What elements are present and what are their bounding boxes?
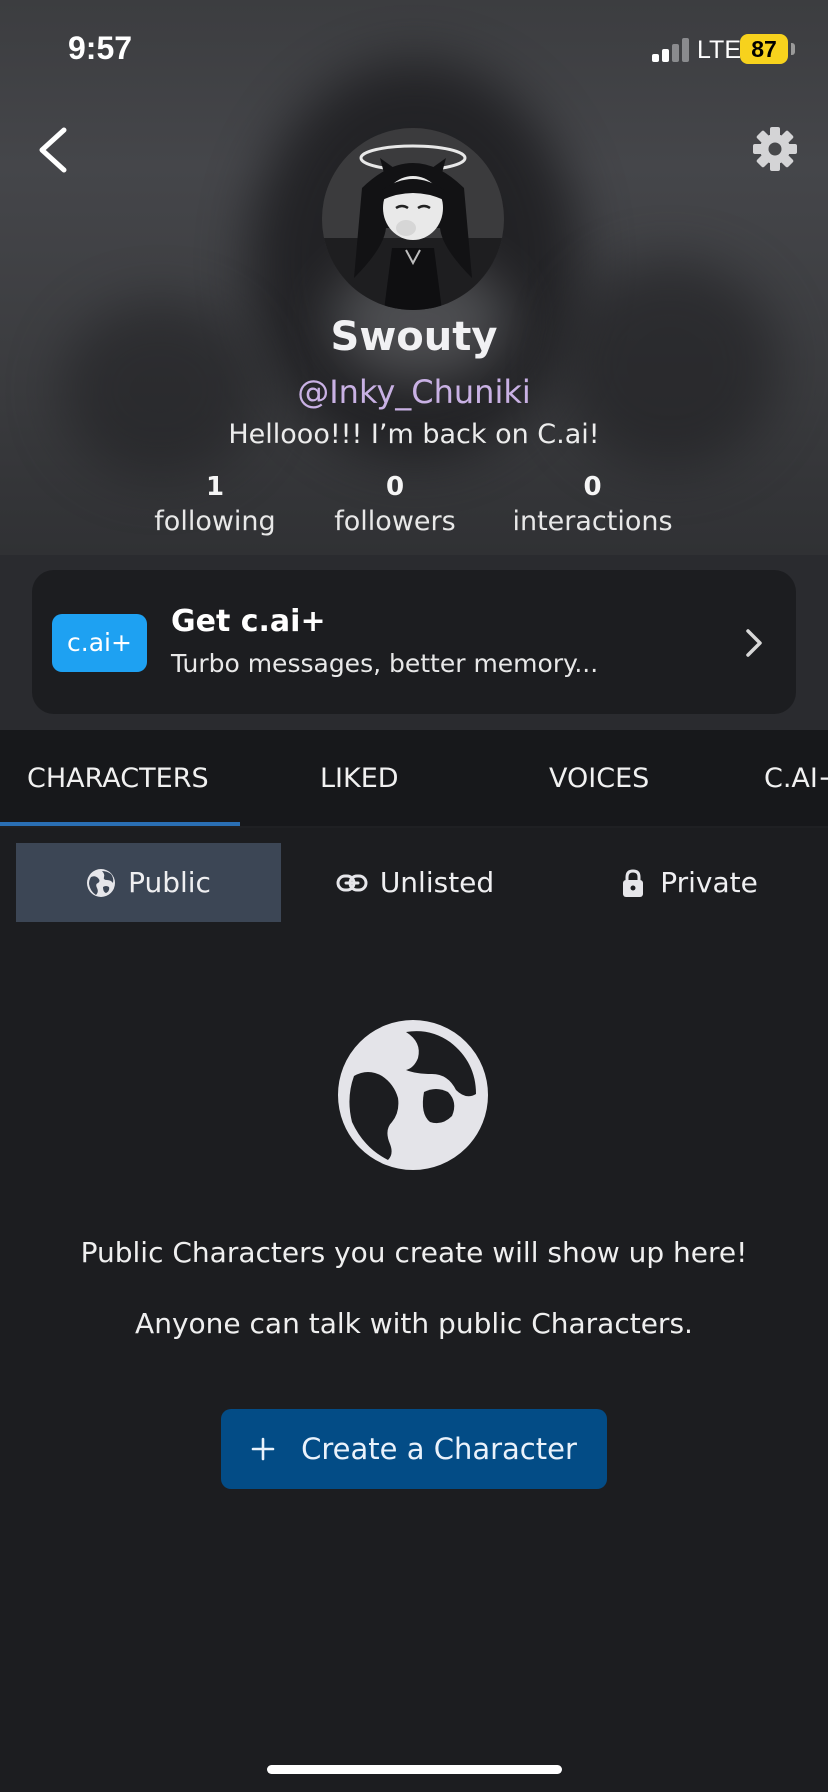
empty-state-hint: Anyone can talk with public Characters. (135, 1307, 693, 1340)
promo-title: Get c.ai+ (171, 604, 326, 639)
lock-icon (623, 868, 644, 897)
status-time: 9:57 (68, 30, 133, 66)
avatar-image (322, 128, 504, 310)
stat-value: 0 (583, 472, 602, 502)
globe-icon (87, 868, 116, 897)
stat-interactions: 0 interactions (505, 470, 680, 540)
plus-icon (251, 1437, 275, 1461)
stat-label: followers (334, 506, 456, 537)
stat-value: 1 (205, 472, 225, 502)
profile-tabs: CHARACTERS LIKED VOICES C.AI+ (0, 730, 828, 828)
globe-icon (338, 1020, 488, 1170)
active-tab-indicator (0, 822, 240, 826)
chevron-left-icon (39, 127, 67, 173)
stat-value: 0 (385, 472, 405, 502)
gear-icon (753, 127, 797, 171)
battery-icon: 87 (740, 34, 788, 64)
tab-cai-plus[interactable]: C.AI+ (764, 730, 828, 828)
cellular-signal-icon (652, 38, 690, 62)
chevron-right-icon (746, 629, 762, 657)
battery-tip (791, 43, 795, 55)
home-indicator[interactable] (267, 1765, 562, 1774)
create-character-button[interactable]: Create a Character (221, 1409, 607, 1489)
tab-divider (0, 826, 828, 828)
filter-label: Private (660, 866, 758, 899)
username: @Inky_Chuniki (297, 373, 531, 411)
filter-unlisted[interactable]: Unlisted (310, 843, 520, 922)
stat-label: interactions (512, 506, 673, 537)
tab-liked[interactable]: LIKED (320, 730, 399, 828)
filter-label: Public (128, 866, 211, 899)
link-icon (336, 874, 368, 891)
avatar[interactable] (322, 128, 504, 310)
stat-label: following (154, 506, 276, 537)
stat-followers[interactable]: 0 followers (320, 470, 470, 540)
bio: Hellooo!!! I’m back on C.ai! (228, 419, 600, 450)
stat-following[interactable]: 1 following (140, 470, 290, 540)
tab-voices[interactable]: VOICES (549, 730, 649, 828)
promo-open-button[interactable] (742, 626, 766, 660)
filter-public[interactable]: Public (16, 843, 281, 922)
back-button[interactable] (34, 122, 74, 178)
empty-state-message: Public Characters you create will show u… (80, 1236, 748, 1269)
filter-private[interactable]: Private (598, 843, 778, 922)
filter-label: Unlisted (379, 866, 495, 899)
settings-button[interactable] (752, 126, 798, 172)
tab-characters[interactable]: CHARACTERS (27, 730, 209, 828)
create-character-label: Create a Character (301, 1432, 577, 1466)
display-name: Swouty (330, 314, 498, 360)
promo-subtitle: Turbo messages, better memory... (171, 649, 599, 678)
status-bar: 9:57 LTE 87 (0, 0, 828, 100)
cai-plus-badge: c.ai+ (52, 614, 147, 672)
network-type: LTE (697, 36, 741, 64)
